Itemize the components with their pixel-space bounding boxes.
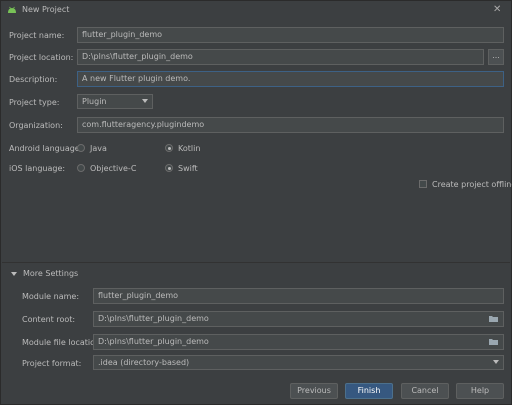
title-bar: New Project ✕ xyxy=(1,1,511,19)
description-input[interactable]: A new Flutter plugin demo. xyxy=(77,71,504,87)
swift-radio-label: Swift xyxy=(178,164,198,173)
create-offline-checkbox[interactable] xyxy=(419,180,427,188)
more-settings-toggle[interactable]: More Settings xyxy=(23,269,78,278)
previous-button[interactable]: Previous xyxy=(290,383,338,399)
project-name-input[interactable]: flutter_plugin_demo xyxy=(77,27,504,43)
project-format-select[interactable]: .idea (directory-based) xyxy=(93,355,504,370)
help-button[interactable]: Help xyxy=(456,383,504,399)
project-name-label: Project name: xyxy=(9,31,65,40)
chevron-down-icon xyxy=(493,360,499,364)
close-icon[interactable]: ✕ xyxy=(493,4,501,15)
cancel-button[interactable]: Cancel xyxy=(401,383,449,399)
project-format-value: .idea (directory-based) xyxy=(98,358,190,367)
description-label: Description: xyxy=(9,75,58,84)
objective-c-radio[interactable] xyxy=(77,164,85,172)
module-file-location-input[interactable]: D:\plns\flutter_plugin_demo xyxy=(93,334,504,350)
android-language-label: Android language: xyxy=(9,144,83,153)
android-icon xyxy=(8,6,16,13)
section-divider xyxy=(2,262,510,263)
project-type-select[interactable]: Plugin xyxy=(77,94,153,109)
content-root-input[interactable]: D:\plns\flutter_plugin_demo xyxy=(93,311,504,327)
ios-language-label: iOS language: xyxy=(9,164,66,173)
create-offline-label: Create project offline xyxy=(432,180,512,189)
folder-icon[interactable] xyxy=(489,315,498,322)
project-type-value: Plugin xyxy=(82,97,107,106)
objective-c-radio-label: Objective-C xyxy=(90,164,137,173)
organization-input[interactable]: com.flutteragency.plugindemo xyxy=(77,117,504,133)
kotlin-radio[interactable] xyxy=(165,144,173,152)
organization-label: Organization: xyxy=(9,121,63,130)
chevron-down-icon xyxy=(142,99,148,103)
module-name-input[interactable]: flutter_plugin_demo xyxy=(93,288,504,304)
module-name-label: Module name: xyxy=(22,292,80,301)
new-project-dialog: New Project ✕ Project name: flutter_plug… xyxy=(0,0,512,405)
java-radio-label: Java xyxy=(90,144,107,153)
kotlin-radio-label: Kotlin xyxy=(178,144,201,153)
module-file-location-label: Module file location: xyxy=(22,338,103,347)
folder-icon[interactable] xyxy=(489,338,498,345)
browse-location-button[interactable]: ... xyxy=(488,49,504,65)
project-location-input[interactable]: D:\plns\flutter_plugin_demo xyxy=(77,49,484,65)
collapse-triangle-icon[interactable] xyxy=(11,272,17,276)
java-radio[interactable] xyxy=(77,144,85,152)
project-type-label: Project type: xyxy=(9,98,60,107)
content-root-label: Content root: xyxy=(22,315,76,324)
project-location-label: Project location: xyxy=(9,53,74,62)
window-title: New Project xyxy=(22,5,70,14)
swift-radio[interactable] xyxy=(165,164,173,172)
finish-button[interactable]: Finish xyxy=(345,383,393,399)
project-format-label: Project format: xyxy=(22,359,82,368)
